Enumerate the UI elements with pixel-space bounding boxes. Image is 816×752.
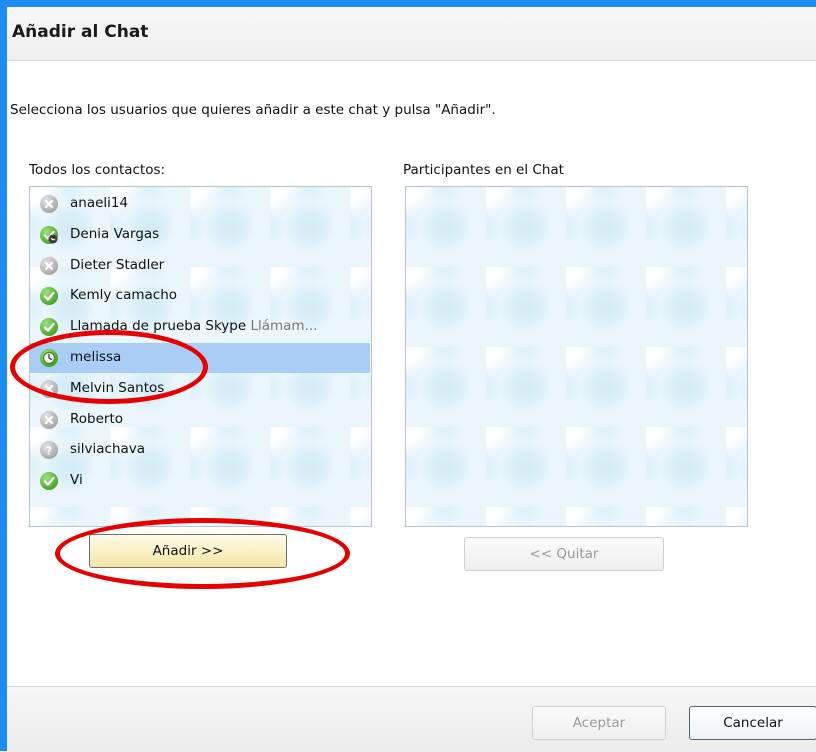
contacts-label: Todos los contactos: — [29, 162, 166, 178]
contact-item[interactable]: Melvin Santos — [30, 374, 370, 404]
contact-item[interactable]: Dieter Stadler — [30, 251, 370, 281]
contact-name: Roberto — [70, 410, 124, 427]
contact-label: Llamada de prueba Skype Llámam... — [70, 318, 317, 334]
contact-name: Llamada de prueba Skype — [70, 318, 247, 335]
contact-label: silviachava — [70, 441, 145, 457]
contact-label: Melvin Santos — [70, 380, 164, 396]
contact-item[interactable]: Llamada de prueba Skype Llámam... — [30, 312, 370, 342]
contact-name: anaeli14 — [70, 195, 129, 211]
contact-name: melissa — [70, 349, 122, 365]
add-to-chat-dialog: Añadir al Chat Selecciona los usuarios q… — [7, 7, 816, 752]
contact-label: melissa — [70, 349, 121, 365]
contact-label: Denia Vargas — [70, 226, 159, 242]
away-status-icon — [40, 349, 58, 367]
online-status-icon — [40, 287, 58, 306]
contact-item[interactable]: Kemly camacho — [30, 281, 370, 311]
contact-label: anaeli14 — [70, 195, 128, 211]
cancel-button[interactable]: Cancelar — [689, 706, 816, 740]
window-frame-left — [0, 0, 7, 751]
offline-status-icon — [40, 379, 58, 398]
contact-label: Dieter Stadler — [70, 257, 164, 273]
online-call-status-icon — [40, 225, 58, 244]
contact-name: Melvin Santos — [70, 379, 165, 396]
add-button[interactable]: Añadir >> — [89, 534, 287, 568]
contact-name: Dieter Stadler — [70, 256, 165, 273]
online-status-icon — [40, 318, 58, 337]
contact-item[interactable]: melissa — [30, 343, 370, 373]
unknown-status-icon: ? — [40, 441, 58, 460]
contact-name: Vi — [70, 472, 83, 489]
remove-button[interactable]: << Quitar — [464, 537, 664, 571]
dialog-header: Añadir al Chat — [7, 7, 816, 61]
contact-name: Denia Vargas — [70, 225, 160, 242]
dialog-title: Añadir al Chat — [12, 22, 149, 42]
contact-name: silviachava — [70, 441, 146, 458]
contact-item[interactable]: anaeli14 — [30, 189, 370, 219]
instruction-text: Selecciona los usuarios que quieres añad… — [10, 102, 496, 118]
contact-item[interactable]: Denia Vargas — [30, 220, 370, 250]
window-frame-top — [0, 0, 816, 7]
contact-mood: Llámam... — [250, 318, 318, 335]
accept-button[interactable]: Aceptar — [532, 706, 666, 740]
contacts-list[interactable]: anaeli14 Denia Vargas Dieter Stadler Kemly … — [29, 186, 372, 527]
offline-status-icon — [40, 195, 58, 213]
contact-item[interactable]: Roberto — [30, 405, 370, 435]
contact-label: Vi — [70, 472, 83, 488]
contact-label: Roberto — [70, 411, 123, 427]
offline-status-icon — [40, 410, 58, 429]
contact-name: Kemly camacho — [70, 287, 178, 304]
participants-label: Participantes en el Chat — [403, 162, 564, 178]
participants-list[interactable] — [405, 186, 748, 527]
contact-item[interactable]: Vi — [30, 466, 370, 496]
dialog-footer: Aceptar Cancelar — [7, 686, 816, 752]
contact-label: Kemly camacho — [70, 287, 177, 303]
svg-text:?: ? — [46, 445, 52, 458]
offline-status-icon — [40, 256, 58, 275]
online-status-icon — [40, 472, 58, 491]
contact-item[interactable]: ? silviachava — [30, 435, 370, 465]
